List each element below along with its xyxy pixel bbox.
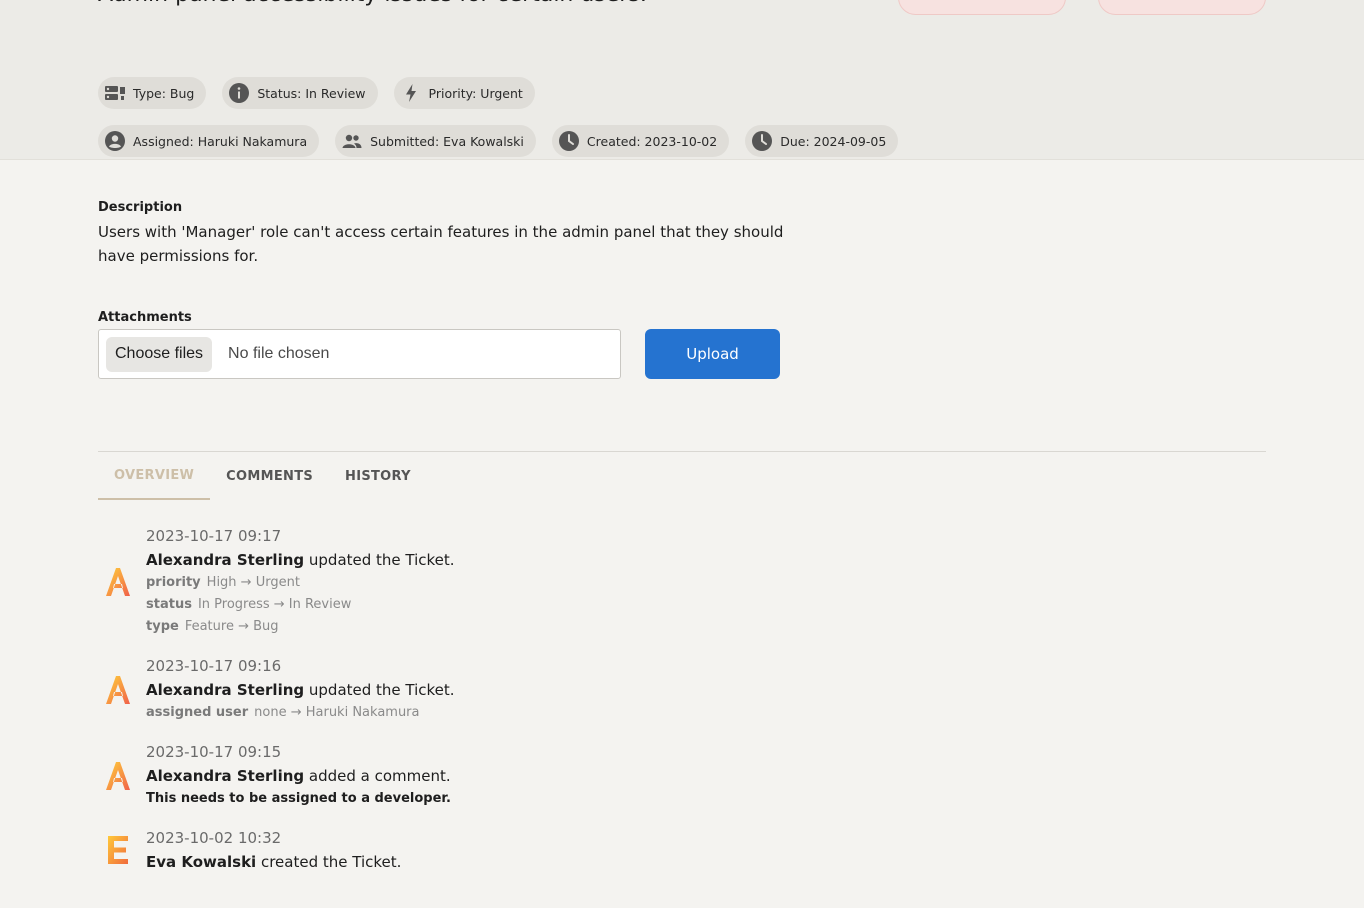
history-summary: Eva Kowalski created the Ticket. bbox=[146, 850, 786, 874]
avatar bbox=[106, 762, 130, 790]
due-chip: Due: 2024-09-05 bbox=[745, 125, 899, 157]
avatar bbox=[108, 836, 128, 864]
type-chip-label: Type: Bug bbox=[133, 85, 195, 101]
info-icon bbox=[229, 83, 250, 103]
bug-report-icon bbox=[105, 86, 125, 100]
status-chip-label: Status: In Review bbox=[257, 85, 366, 101]
ticket-tabs: OVERVIEW COMMENTS HISTORY bbox=[98, 452, 427, 500]
choose-files-button[interactable]: Choose files bbox=[106, 336, 213, 372]
change-value: High → Urgent bbox=[206, 575, 300, 590]
file-input[interactable]: Choose files No file chosen bbox=[98, 329, 621, 379]
history-summary: Alexandra Sterling added a comment. bbox=[146, 764, 786, 788]
history-summary: Alexandra Sterling updated the Ticket. bbox=[146, 548, 786, 572]
history-change: assigned user none → Haruki Nakamura bbox=[146, 702, 786, 724]
description-heading: Description bbox=[98, 200, 183, 215]
submitted-chip: Submitted: Eva Kowalski bbox=[335, 125, 536, 157]
change-field: status bbox=[146, 597, 192, 612]
created-chip: Created: 2023-10-02 bbox=[551, 125, 730, 157]
submitted-chip-label: Submitted: Eva Kowalski bbox=[370, 133, 524, 149]
type-chip: Type: Bug bbox=[98, 77, 207, 109]
priority-chip: Priority: Urgent bbox=[393, 77, 535, 109]
clock-icon bbox=[558, 131, 579, 151]
change-value: In Progress → In Review bbox=[197, 597, 352, 612]
tab-history[interactable]: HISTORY bbox=[329, 452, 427, 500]
history-action: updated the Ticket. bbox=[304, 681, 455, 699]
history-user[interactable]: Alexandra Sterling bbox=[146, 767, 304, 785]
ticket-header: Admin panel accessibility issues for cer… bbox=[0, 0, 1364, 160]
assigned-chip-label: Assigned: Haruki Nakamura bbox=[133, 133, 308, 149]
assigned-chip: Assigned: Haruki Nakamura bbox=[98, 125, 320, 157]
history-user[interactable]: Alexandra Sterling bbox=[146, 681, 304, 699]
account-circle-icon bbox=[105, 131, 125, 151]
created-chip-label: Created: 2023-10-02 bbox=[586, 133, 718, 149]
history-change: priority High → Urgent bbox=[146, 572, 786, 594]
attachments-heading: Attachments bbox=[98, 310, 192, 325]
header-action-button-2[interactable] bbox=[1098, 0, 1266, 15]
header-action-button-1[interactable] bbox=[898, 0, 1066, 15]
description-text: Users with 'Manager' role can't access c… bbox=[98, 223, 784, 265]
history-summary: Alexandra Sterling updated the Ticket. bbox=[146, 678, 786, 702]
due-chip-label: Due: 2024-09-05 bbox=[780, 133, 887, 149]
people-icon bbox=[342, 134, 362, 148]
clock-icon bbox=[752, 131, 773, 151]
history-change: status In Progress → In Review bbox=[146, 594, 786, 616]
history-timestamp: 2023-10-17 09:17 bbox=[146, 527, 282, 545]
history-timestamp: 2023-10-17 09:15 bbox=[146, 743, 282, 761]
tab-comments[interactable]: COMMENTS bbox=[210, 452, 329, 500]
history-timestamp: 2023-10-17 09:16 bbox=[146, 657, 282, 675]
change-value: none → Haruki Nakamura bbox=[254, 705, 420, 720]
change-field: priority bbox=[146, 575, 201, 590]
history-timestamp: 2023-10-02 10:32 bbox=[146, 829, 282, 847]
no-file-chosen-text: No file chosen bbox=[228, 345, 330, 362]
history-action: created the Ticket. bbox=[256, 853, 402, 871]
history-action: updated the Ticket. bbox=[304, 551, 455, 569]
ticket-title: Admin panel accessibility issues for cer… bbox=[98, 0, 658, 14]
history-change: type Feature → Bug bbox=[146, 616, 786, 638]
history-user[interactable]: Alexandra Sterling bbox=[146, 551, 304, 569]
tab-overview[interactable]: OVERVIEW bbox=[98, 452, 211, 500]
avatar bbox=[106, 676, 130, 704]
avatar bbox=[106, 568, 130, 596]
priority-chip-label: Priority: Urgent bbox=[428, 85, 523, 101]
history-action: added a comment. bbox=[304, 767, 451, 785]
history-comment: This needs to be assigned to a developer… bbox=[146, 791, 451, 806]
bolt-icon bbox=[405, 84, 416, 102]
status-chip: Status: In Review bbox=[222, 77, 378, 109]
history-user[interactable]: Eva Kowalski bbox=[146, 853, 256, 871]
upload-button[interactable]: Upload bbox=[645, 329, 780, 379]
chip-row-secondary: Assigned: Haruki Nakamura Submitted: Eva… bbox=[98, 125, 899, 157]
change-field: assigned user bbox=[146, 705, 249, 720]
chip-row-primary: Type: Bug Status: In Review Priority: Ur… bbox=[98, 77, 535, 109]
change-field: type bbox=[146, 619, 179, 634]
change-value: Feature → Bug bbox=[184, 619, 279, 634]
